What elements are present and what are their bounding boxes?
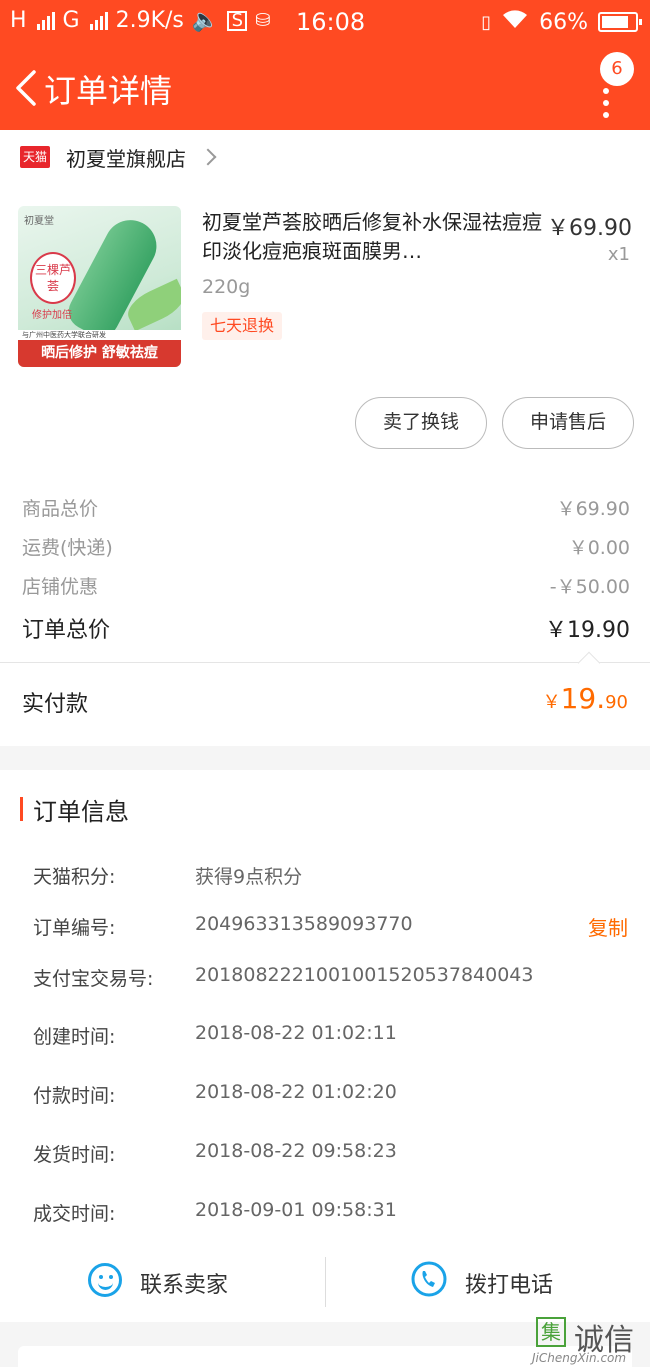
image-sub: 与广州中医药大学联合研发 (18, 330, 181, 340)
watermark-url: JiChengXin.com (532, 1351, 627, 1365)
network-label: H (10, 8, 27, 33)
call-label: 拨打电话 (465, 1273, 554, 1298)
product-quantity: x1 (607, 244, 630, 265)
info-value: 2018-08-22 01:02:20 (195, 1081, 397, 1103)
summary-row-subtotal: 商品总价 ￥69.90 (22, 494, 630, 520)
order-card: 天猫 初夏堂旗舰店 初夏堂 三棵芦荟 修护加倍 与广州中医药大学联合研发 晒后修… (0, 130, 650, 746)
section-title: 订单信息 (33, 798, 129, 826)
network-label-2: G (62, 8, 80, 33)
status-bar: H G 2.9K/s 🔈 S ⛁ 16:08 ▯ 66% (0, 0, 650, 46)
info-value: 2018-08-22 09:58:23 (195, 1140, 397, 1162)
battery-percent: 66% (539, 9, 588, 35)
info-label: 天猫积分: (33, 866, 116, 888)
image-circle-text: 三棵芦荟 (30, 252, 76, 304)
battery-icon (598, 12, 642, 32)
chevron-right-icon (199, 148, 217, 166)
nav-header: 订单详情 6 (0, 46, 650, 130)
after-sale-button[interactable]: 申请售后 (502, 397, 634, 449)
order-info-section: 订单信息 天猫积分: 获得9点积分 订单编号: 2049633135890937… (0, 770, 650, 1322)
divider (0, 662, 650, 663)
page-title: 订单详情 (44, 72, 173, 110)
info-label: 创建时间: (33, 1026, 116, 1048)
paid-dec: 90 (605, 692, 628, 713)
info-value: 2018082221001001520537840043 (195, 964, 534, 986)
image-brand: 初夏堂 (24, 216, 54, 227)
total-label: 订单总价 (22, 618, 111, 643)
copy-button[interactable]: 复制 (588, 912, 628, 941)
info-value: 2018-09-01 09:58:31 (195, 1199, 397, 1221)
vibrate-icon: ▯ (481, 11, 492, 33)
product-price: ￥69.90 (547, 216, 632, 241)
paid-currency: ￥ (542, 692, 561, 713)
info-value: 获得9点积分 (195, 866, 303, 888)
summary-label: 店铺优惠 (22, 576, 99, 598)
section-accent-bar (20, 797, 23, 821)
product-image[interactable]: 初夏堂 三棵芦荟 修护加倍 与广州中医药大学联合研发 晒后修护 舒敏祛痘 (18, 206, 181, 367)
return-policy-badge: 七天退换 (202, 312, 283, 340)
summary-row-discount: 店铺优惠 -￥50.00 (22, 572, 630, 598)
signal-icon-2 (89, 11, 108, 30)
chat-smile-icon (88, 1263, 122, 1297)
info-label: 发货时间: (33, 1144, 116, 1166)
signal-icon (36, 11, 55, 30)
info-label: 支付宝交易号: (33, 968, 154, 990)
sell-button[interactable]: 卖了换钱 (355, 397, 487, 449)
summary-label: 商品总价 (22, 498, 99, 520)
call-button[interactable]: 拨打电话 (325, 1245, 650, 1320)
contact-seller-button[interactable]: 联系卖家 (0, 1245, 325, 1320)
paid-amount: ￥19.90 (543, 682, 628, 715)
wifi-icon (501, 8, 529, 36)
paid-label: 实付款 (22, 692, 89, 717)
summary-value: -￥50.00 (549, 576, 630, 598)
divider-notch (577, 651, 601, 675)
summary-value: ￥69.90 (556, 498, 630, 520)
info-value: 204963313589093770 (195, 913, 413, 935)
status-right: ▯ 66% (481, 8, 642, 36)
status-time: 16:08 (296, 8, 366, 36)
shop-name: 初夏堂旗舰店 (66, 146, 186, 171)
back-arrow-icon[interactable] (12, 68, 42, 108)
message-badge: 6 (600, 52, 634, 86)
tmall-logo: 天猫 (20, 146, 50, 168)
storage-icon: ⛁ (255, 10, 271, 31)
contact-actions: 联系卖家 拨打电话 (0, 1245, 650, 1320)
status-left: H G 2.9K/s 🔈 S ⛁ (10, 8, 270, 33)
phone-icon (411, 1261, 447, 1297)
summary-label: 运费(快递) (22, 537, 113, 559)
paid-int: 19. (560, 682, 606, 715)
total-value: ￥19.90 (545, 618, 630, 643)
product-title[interactable]: 初夏堂芦荟胶晒后修复补水保湿祛痘痘印淡化痘疤痕斑面膜男… (202, 208, 542, 266)
info-label: 订单编号: (33, 917, 116, 939)
info-label: 成交时间: (33, 1203, 116, 1225)
summary-row-shipping: 运费(快递) ￥0.00 (22, 533, 630, 559)
watermark-logo: 集 (536, 1317, 566, 1347)
network-speed: 2.9K/s (115, 8, 184, 33)
summary-row-total: 订单总价 ￥19.90 (22, 612, 630, 643)
image-tag: 修护加倍 (32, 310, 72, 321)
watermark: 集 诚信 JiChengXin.com (528, 1315, 650, 1367)
image-strip: 晒后修护 舒敏祛痘 (18, 340, 181, 367)
summary-value: ￥0.00 (568, 537, 630, 559)
info-value: 2018-08-22 01:02:11 (195, 1022, 397, 1044)
sim-icon: S (227, 10, 248, 31)
volume-icon: 🔈 (191, 8, 220, 33)
shop-row[interactable]: 天猫 初夏堂旗舰店 (20, 142, 217, 172)
product-sku: 220g (202, 276, 251, 298)
info-label: 付款时间: (33, 1085, 116, 1107)
contact-seller-label: 联系卖家 (140, 1273, 229, 1298)
